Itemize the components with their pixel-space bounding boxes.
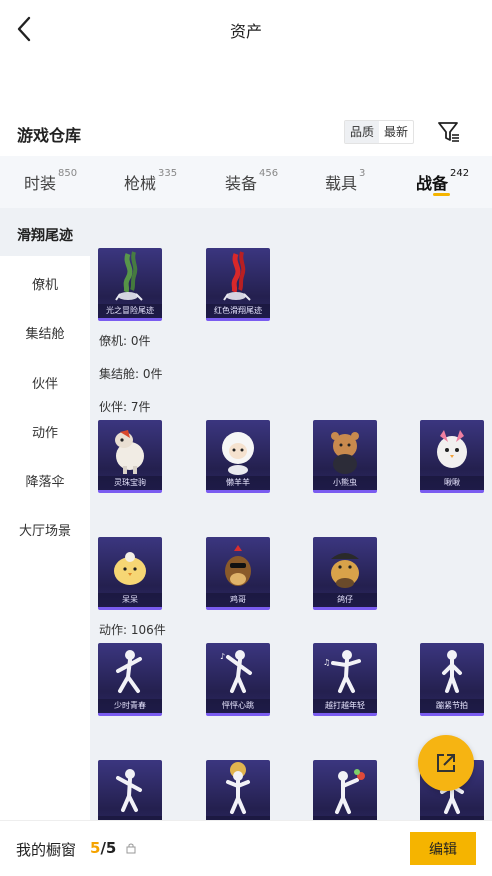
dance-emote-icon: ♫ <box>323 650 361 693</box>
svg-text:♪: ♪ <box>220 652 225 661</box>
tab-count: 3 <box>359 168 366 179</box>
red-smoke-trail-icon <box>223 251 251 301</box>
edit-button[interactable]: 编辑 <box>410 832 476 865</box>
lock-icon <box>126 843 136 854</box>
item-name: 啾啾 <box>420 476 484 490</box>
wingman-section-label: 僚机: 0件 <box>99 334 151 348</box>
item-card[interactable]: 少时青春 <box>98 643 162 716</box>
assets-page: 资产 游戏仓库 品质 最新 时装850 枪械335 装备456 载具3 战备24… <box>0 0 492 876</box>
emote-section-label: 动作: 106件 <box>99 623 166 637</box>
tab-fashion[interactable]: 时装850 <box>24 168 78 194</box>
item-card[interactable]: 光之冒险尾迹 <box>98 248 162 321</box>
item-name: 少时青春 <box>98 699 162 713</box>
sidebar-item-partner[interactable]: 伙伴 <box>0 373 90 392</box>
item-card[interactable]: 啾啾 <box>420 420 484 493</box>
item-name: 呆呆 <box>98 593 162 607</box>
item-card[interactable]: 呆呆 <box>98 537 162 610</box>
bear-partner-icon <box>331 432 359 474</box>
page-title: 资产 <box>229 22 262 41</box>
tab-vehicles[interactable]: 载具3 <box>325 168 366 194</box>
item-card[interactable]: 红色滑翔尾迹 <box>206 248 270 321</box>
pony-partner-icon <box>115 430 144 474</box>
sidebar-item-pod[interactable]: 集结舱 <box>0 323 90 342</box>
filter-icon <box>438 122 459 142</box>
item-name: 怦怦心跳 <box>206 699 270 713</box>
showcase-total: /5 <box>100 839 117 857</box>
sidebar-item-label: 滑翔尾迹 <box>17 228 73 244</box>
tab-count: 242 <box>450 168 470 179</box>
tab-label: 时装 <box>24 174 57 193</box>
chick-partner-icon <box>114 552 146 585</box>
item-name: 鸡哥 <box>206 593 270 607</box>
dance-emote-icon <box>335 769 365 814</box>
bottom-bar: 我的橱窗 5/5 编辑 <box>0 820 492 876</box>
item-card[interactable]: 懒羊羊 <box>206 420 270 493</box>
item-name: 红色滑翔尾迹 <box>206 304 270 318</box>
tab-guns[interactable]: 枪械335 <box>124 168 178 194</box>
item-name: 小熊虫 <box>313 476 377 490</box>
svg-text:♫: ♫ <box>323 658 330 667</box>
sidebar-item-parachute[interactable]: 降落伞 <box>0 471 90 490</box>
filter-button[interactable] <box>436 119 462 145</box>
item-name: 懒羊羊 <box>206 476 270 490</box>
showcase-current: 5 <box>90 839 101 857</box>
item-card[interactable]: 小熊虫 <box>313 420 377 493</box>
rooster-partner-icon <box>225 545 251 586</box>
item-name: 鸽仔 <box>313 593 377 607</box>
sheep-partner-icon <box>222 432 254 475</box>
showcase-label: 我的橱窗 <box>16 841 77 859</box>
pod-section-label: 集结舱: 0件 <box>99 367 163 381</box>
item-card[interactable]: 灵珠宝驹 <box>98 420 162 493</box>
item-card[interactable]: 蹦紧节拍 <box>420 643 484 716</box>
tab-label: 装备 <box>225 174 258 193</box>
dance-emote-icon <box>116 650 142 693</box>
tab-count: 335 <box>158 168 178 179</box>
tab-count: 456 <box>259 168 279 179</box>
sort-quality-button[interactable]: 品质 <box>345 121 380 143</box>
item-card[interactable] <box>206 760 270 828</box>
tab-count: 850 <box>58 168 78 179</box>
sidebar-item-glide-trail[interactable]: 滑翔尾迹 <box>0 208 90 256</box>
sidebar-item-emote[interactable]: 动作 <box>0 422 90 441</box>
tab-label: 战备 <box>416 174 449 193</box>
top-bar: 资产 <box>0 0 492 58</box>
item-name: 蹦紧节拍 <box>420 699 484 713</box>
dance-emote-icon <box>226 762 250 814</box>
partner-section-label: 伙伴: 7件 <box>99 400 151 414</box>
item-name: 灵珠宝驹 <box>98 476 162 490</box>
sidebar-item-lobby-scene[interactable]: 大厅场景 <box>0 520 90 539</box>
dance-emote-icon <box>116 769 142 812</box>
tab-combat-prep[interactable]: 战备242 <box>416 168 470 194</box>
dance-emote-icon: ♪ <box>220 650 252 693</box>
showcase-count: 5/5 <box>90 839 116 857</box>
item-name: 光之冒险尾迹 <box>98 304 162 318</box>
item-card[interactable]: 鸡哥 <box>206 537 270 610</box>
bird-partner-icon <box>437 430 467 468</box>
sidebar-item-wingman[interactable]: 僚机 <box>0 274 90 293</box>
external-link-icon <box>437 754 455 772</box>
tab-label: 载具 <box>325 174 358 193</box>
pigeon-partner-icon <box>331 553 359 588</box>
item-card[interactable]: ♪ 怦怦心跳 <box>206 643 270 716</box>
sort-toggle: 品质 最新 <box>344 120 415 144</box>
item-card[interactable]: ♫ 越打越年轻 <box>313 643 377 716</box>
dance-emote-icon <box>442 650 462 693</box>
share-button[interactable] <box>418 735 474 791</box>
sidebar <box>0 208 90 828</box>
category-tabs: 时装850 枪械335 装备456 载具3 战备242 <box>0 156 492 208</box>
item-card[interactable] <box>313 760 377 828</box>
tab-equipment[interactable]: 装备456 <box>225 168 279 194</box>
green-smoke-trail-icon <box>115 251 143 301</box>
active-tab-indicator <box>433 193 450 196</box>
sort-latest-button[interactable]: 最新 <box>379 121 413 143</box>
warehouse-title: 游戏仓库 <box>17 126 82 145</box>
item-grid-area: 光之冒险尾迹 红色滑翔尾迹 僚机: 0件 集结舱: 0件 伙伴: 7件 灵珠宝驹 <box>90 208 492 828</box>
item-name: 越打越年轻 <box>313 699 377 713</box>
item-card[interactable]: 鸽仔 <box>313 537 377 610</box>
item-card[interactable] <box>98 760 162 828</box>
tab-label: 枪械 <box>124 174 157 193</box>
